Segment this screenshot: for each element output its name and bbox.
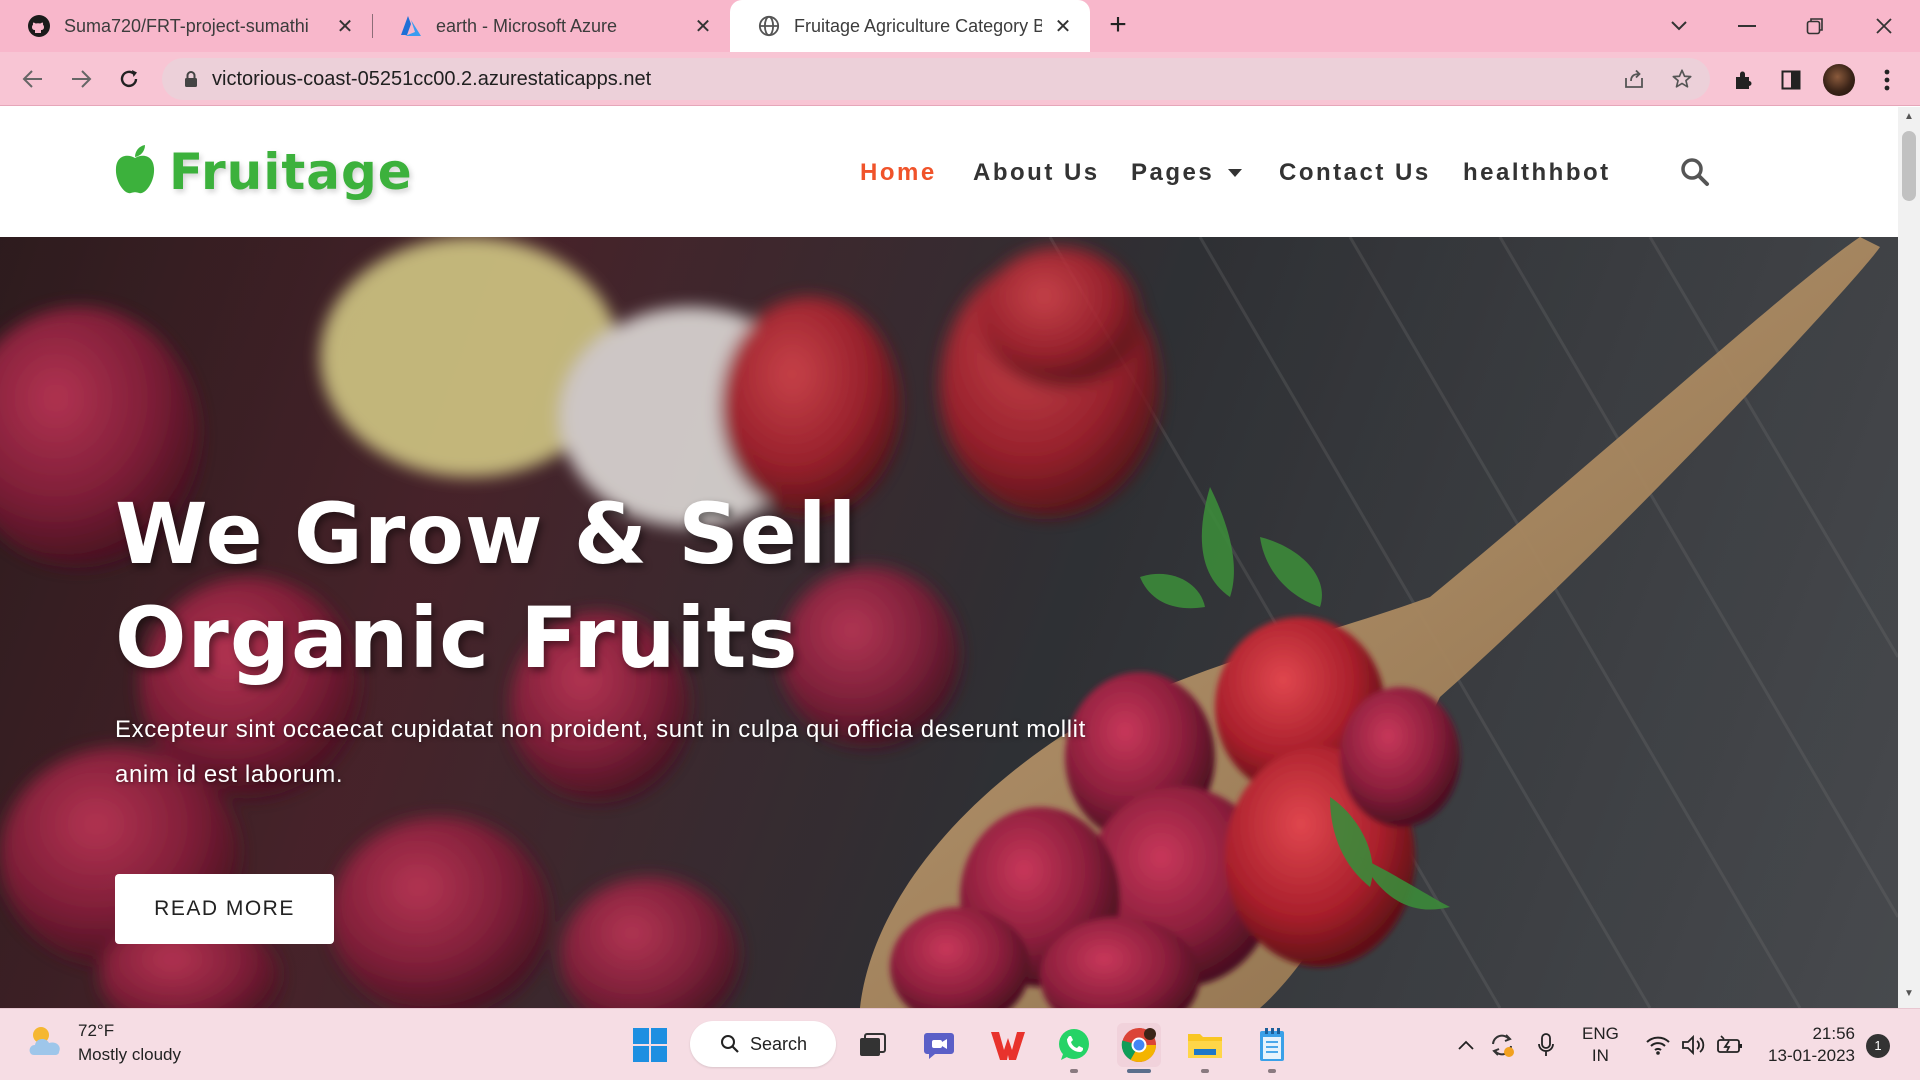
azure-icon (398, 13, 424, 39)
battery-charging-icon[interactable] (1716, 1031, 1744, 1059)
restore-icon[interactable] (1797, 8, 1833, 44)
extensions-icon[interactable] (1727, 64, 1759, 96)
minimize-icon[interactable] (1729, 8, 1765, 44)
back-icon[interactable] (16, 62, 50, 96)
region-code: IN (1591, 1046, 1609, 1065)
lock-icon[interactable] (184, 70, 198, 93)
hero-description: Excepteur sint occaecat cupidatat non pr… (115, 716, 1086, 788)
nav-about-us[interactable]: About Us (973, 159, 1100, 187)
taskbar-search[interactable]: Search (690, 1021, 836, 1067)
clock-date: 13-01-2023 (1768, 1046, 1855, 1065)
tab-github[interactable]: Suma720/FRT-project-sumathi ✕ (0, 0, 372, 52)
side-panel-icon[interactable] (1775, 64, 1807, 96)
forward-icon[interactable] (64, 62, 98, 96)
wps-office-icon[interactable] (986, 1023, 1030, 1067)
page-scrollbar[interactable]: ▲ ▼ (1898, 107, 1920, 1008)
profile-avatar[interactable] (1823, 64, 1855, 96)
app-active-indicator (1127, 1069, 1151, 1073)
github-icon (26, 13, 52, 39)
weather-temperature: 72°F (78, 1021, 115, 1040)
tab-fruitage[interactable]: Fruitage Agriculture Category Bo ✕ (730, 0, 1090, 52)
scroll-up-arrow-icon[interactable]: ▲ (1898, 111, 1920, 127)
clock-time: 21:56 (1812, 1024, 1855, 1043)
browser-tab-strip: Suma720/FRT-project-sumathi ✕ earth - Mi… (0, 0, 1920, 52)
sync-icon[interactable] (1488, 1031, 1516, 1059)
hero-title: We Grow & Sell Organic Fruits (115, 482, 857, 690)
cloudy-weather-icon (26, 1023, 66, 1064)
hero-title-line: We Grow & Sell (115, 485, 858, 583)
window-close-icon[interactable] (1866, 8, 1902, 44)
tab-title: Suma720/FRT-project-sumathi (64, 15, 309, 36)
weather-description: Mostly cloudy (78, 1045, 181, 1064)
wifi-icon[interactable] (1644, 1031, 1672, 1059)
hero-title-line: Organic Fruits (115, 589, 799, 687)
notepad-icon[interactable] (1250, 1023, 1294, 1067)
windows-taskbar: 72°F Mostly cloudy Search ENG IN 21:56 1… (0, 1008, 1920, 1080)
apple-icon (113, 144, 157, 201)
logo-text: Fruitage (169, 143, 413, 201)
share-icon[interactable] (1620, 65, 1648, 93)
microphone-icon[interactable] (1532, 1031, 1560, 1059)
weather-text: 72°F Mostly cloudy (78, 1019, 181, 1067)
app-running-indicator (1070, 1069, 1078, 1073)
close-icon[interactable]: ✕ (1050, 13, 1076, 39)
new-tab-button[interactable]: + (1103, 10, 1133, 41)
task-view-icon[interactable] (850, 1023, 894, 1067)
nav-healthhbot[interactable]: healthhbot (1463, 159, 1611, 187)
caret-down-icon[interactable] (1228, 169, 1242, 177)
taskbar-search-label: Search (750, 1033, 808, 1054)
scroll-thumb[interactable] (1902, 131, 1916, 201)
system-clock[interactable]: 21:56 13-01-2023 (1765, 1023, 1855, 1067)
notification-badge[interactable]: 1 (1866, 1034, 1890, 1058)
teams-chat-icon[interactable] (918, 1023, 962, 1067)
search-icon[interactable] (1680, 157, 1710, 192)
close-icon[interactable]: ✕ (690, 13, 716, 39)
browser-toolbar: victorious-coast-05251cc00.2.azurestatic… (0, 52, 1920, 106)
app-running-indicator (1201, 1069, 1209, 1073)
windows-start-icon[interactable] (628, 1023, 672, 1067)
bookmark-star-icon[interactable] (1668, 65, 1696, 93)
close-icon[interactable]: ✕ (332, 13, 358, 39)
scroll-down-arrow-icon[interactable]: ▼ (1898, 988, 1920, 1004)
globe-icon (756, 13, 782, 39)
tab-title: earth - Microsoft Azure (436, 15, 618, 36)
tab-title: Fruitage Agriculture Category Bo (794, 15, 1042, 36)
nav-home[interactable]: Home (860, 159, 937, 187)
language-code: ENG (1582, 1024, 1619, 1043)
site-logo[interactable]: Fruitage (113, 143, 413, 201)
weather-widget[interactable]: 72°F Mostly cloudy (26, 1019, 181, 1067)
read-more-button[interactable]: READ MORE (115, 874, 334, 944)
chrome-icon[interactable] (1117, 1023, 1161, 1067)
file-explorer-icon[interactable] (1183, 1023, 1227, 1067)
hero-banner: We Grow & Sell Organic Fruits Excepteur … (0, 237, 1898, 1008)
address-bar[interactable]: victorious-coast-05251cc00.2.azurestatic… (162, 58, 1710, 100)
reload-icon[interactable] (112, 62, 146, 96)
chevron-up-icon[interactable] (1452, 1031, 1480, 1059)
search-icon (721, 1035, 739, 1053)
menu-icon[interactable] (1871, 64, 1903, 96)
whatsapp-icon[interactable] (1052, 1023, 1096, 1067)
nav-contact-us[interactable]: Contact Us (1279, 159, 1431, 187)
tab-azure[interactable]: earth - Microsoft Azure ✕ (372, 0, 730, 52)
nav-pages[interactable]: Pages (1131, 159, 1214, 187)
page-viewport: Fruitage Home About Us Pages Contact Us … (0, 107, 1898, 1008)
site-header: Fruitage Home About Us Pages Contact Us … (0, 107, 1898, 237)
volume-icon[interactable] (1680, 1031, 1708, 1059)
app-running-indicator (1268, 1069, 1276, 1073)
tab-search-icon[interactable] (1661, 8, 1697, 44)
url-text: victorious-coast-05251cc00.2.azurestatic… (212, 68, 652, 90)
input-language-indicator[interactable]: ENG IN (1582, 1023, 1619, 1067)
